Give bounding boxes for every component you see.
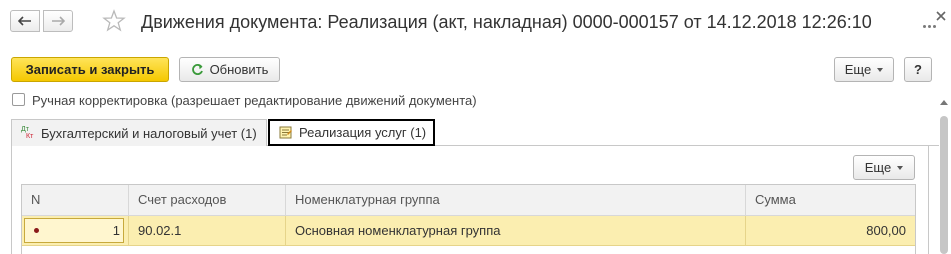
save-and-close-label: Записать и закрыть [25,62,155,77]
active-cell [24,218,124,243]
manual-correction-label[interactable]: Ручная корректировка (разрешает редактир… [32,93,477,108]
cell-sum[interactable]: 800,00 [745,216,915,245]
close-icon[interactable] [935,10,947,25]
cell-item-group[interactable]: Основная номенклатурная группа [285,216,745,245]
refresh-icon [191,64,203,75]
save-and-close-button[interactable]: Записать и закрыть [11,57,169,82]
manual-correction-checkbox[interactable] [12,93,25,106]
refresh-label: Обновить [209,62,269,77]
table-header: N Счет расходов Номенклатурная группа Су… [22,185,915,216]
favorite-star-icon[interactable] [102,9,126,36]
arrow-right-icon [52,16,65,26]
help-button[interactable]: ? [904,57,932,82]
cell-expense-account[interactable]: 90.02.1 [128,216,285,245]
more-menu-button[interactable]: Еще [834,57,894,82]
dt-kt-icon: Дт Кт [21,126,34,140]
scrollbar-thumb[interactable] [940,116,948,254]
back-button[interactable] [10,10,40,32]
tab-services-sales[interactable]: Реализация услуг (1) [268,119,435,146]
tab-accounting-label: Бухгалтерский и налоговый учет (1) [41,125,257,141]
active-row-marker-icon [34,228,39,233]
more-menu-label: Еще [844,62,872,77]
tab-accounting[interactable]: Дт Кт Бухгалтерский и налоговый учет (1) [11,119,267,146]
refresh-button[interactable]: Обновить [179,57,280,82]
vertical-scrollbar[interactable] [939,100,949,254]
column-header-n[interactable]: N [22,185,128,215]
forward-button[interactable] [43,10,73,32]
column-header-item-group[interactable]: Номенклатурная группа [285,185,745,215]
column-header-expense-account[interactable]: Счет расходов [128,185,285,215]
column-header-sum[interactable]: Сумма [745,185,915,215]
register-icon [279,126,292,139]
chevron-down-icon [877,67,884,72]
arrow-left-icon [18,16,31,26]
help-label: ? [914,62,922,77]
row-number: 1 [112,223,120,238]
movements-table: N Счет расходов Номенклатурная группа Су… [21,184,916,254]
table-more-label: Еще [864,160,892,175]
cell-n[interactable]: 1 [22,216,128,245]
table-more-button[interactable]: Еще [853,155,915,180]
scroll-up-icon[interactable] [940,100,948,105]
chevron-down-icon [897,165,904,170]
tab-services-sales-label: Реализация услуг (1) [299,125,427,140]
page-title: Движения документа: Реализация (акт, нак… [141,12,872,32]
table-row[interactable]: 1 90.02.1 Основная номенклатурная группа… [22,216,915,246]
